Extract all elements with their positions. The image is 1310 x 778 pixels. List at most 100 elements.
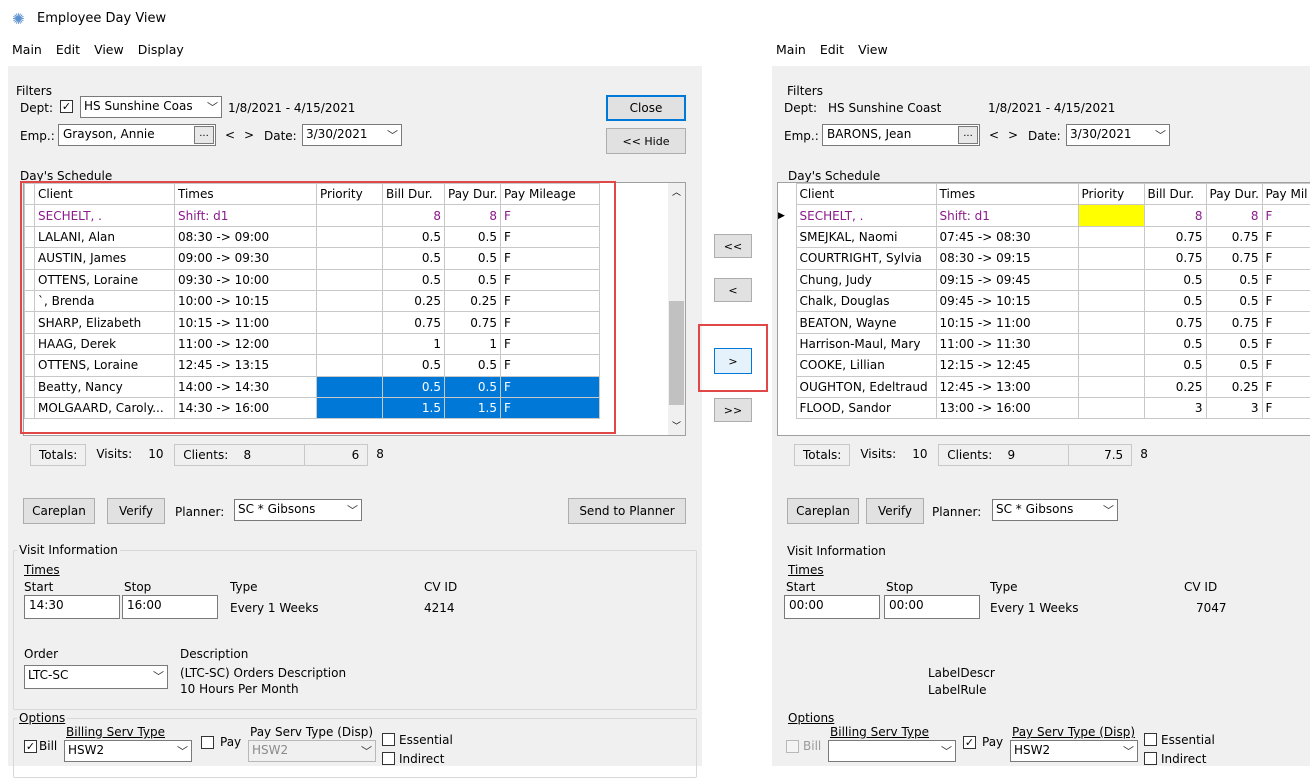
cell-times[interactable]: Shift: d1 bbox=[935, 204, 1079, 227]
cell-client[interactable]: OUGHTON, Edeltraud bbox=[795, 375, 937, 398]
menu-display[interactable]: Display bbox=[138, 42, 184, 60]
column-client[interactable]: Client bbox=[795, 183, 937, 206]
left-grid-scrollbar[interactable]: ︿ ﹀ bbox=[668, 183, 685, 435]
next-employee-button[interactable]: > bbox=[1008, 128, 1018, 142]
cell-pay-dur[interactable]: 0.25 bbox=[1205, 375, 1263, 398]
careplan-button[interactable]: Careplan bbox=[23, 498, 95, 524]
cell-priority[interactable] bbox=[316, 225, 383, 249]
planner-combo[interactable]: SC * Gibsons ﹀ bbox=[234, 499, 362, 521]
hide-button[interactable]: << Hide bbox=[606, 128, 686, 154]
indirect-checkbox[interactable] bbox=[1144, 752, 1157, 765]
column-pay-mileage[interactable]: Pay Mil bbox=[1261, 183, 1310, 206]
cell-pay-dur[interactable]: 0.5 bbox=[1205, 268, 1263, 291]
scrollbar-thumb[interactable] bbox=[669, 301, 684, 405]
employee-field[interactable]: Grayson, Annie bbox=[58, 124, 216, 146]
employee-lookup-button[interactable]: ... bbox=[194, 126, 214, 144]
column-times[interactable]: Times bbox=[935, 183, 1079, 206]
cell-times[interactable]: 09:00 -> 09:30 bbox=[174, 247, 317, 270]
cell-pay-mileage[interactable]: F bbox=[1261, 247, 1310, 270]
cell-client[interactable]: FLOOD, Sandor bbox=[795, 396, 937, 420]
cell-bill-dur[interactable]: 1.5 bbox=[382, 396, 445, 420]
cell-pay-mileage[interactable]: F bbox=[1261, 375, 1310, 398]
bill-checkbox[interactable] bbox=[786, 740, 799, 753]
menu-main[interactable]: Main bbox=[776, 42, 806, 60]
cell-pay-mileage[interactable]: F bbox=[500, 204, 600, 227]
cell-priority[interactable] bbox=[316, 354, 383, 377]
cell-client[interactable]: OTTENS, Loraine bbox=[34, 268, 175, 291]
menu-view[interactable]: View bbox=[858, 42, 888, 60]
cell-bill-dur[interactable]: 0.5 bbox=[382, 375, 445, 398]
dept-checkbox[interactable]: ✓ bbox=[60, 100, 73, 113]
cell-client[interactable]: Beatty, Nancy bbox=[34, 375, 175, 398]
cell-priority[interactable] bbox=[316, 311, 383, 334]
scroll-up-icon[interactable]: ︿ bbox=[672, 185, 681, 198]
cell-priority[interactable] bbox=[316, 396, 383, 420]
cell-pay-mileage[interactable]: F bbox=[1261, 289, 1310, 313]
cell-pay-dur[interactable]: 0.75 bbox=[1205, 311, 1263, 334]
cell-priority[interactable] bbox=[1077, 289, 1145, 313]
cell-bill-dur[interactable]: 0.25 bbox=[1143, 375, 1207, 398]
table-row[interactable]: Chung, Judy 09:15 -> 09:45 0.5 0.5 F bbox=[778, 268, 1310, 291]
table-row[interactable]: OTTENS, Loraine 09:30 -> 10:00 0.5 0.5 F bbox=[24, 268, 600, 291]
essential-checkbox[interactable] bbox=[1144, 733, 1157, 746]
menu-main[interactable]: Main bbox=[12, 42, 42, 60]
cell-pay-mileage[interactable]: F bbox=[500, 354, 600, 377]
cell-times[interactable]: 14:30 -> 16:00 bbox=[174, 396, 317, 420]
column-bill-dur[interactable]: Bill Dur. bbox=[382, 183, 445, 206]
cell-pay-dur[interactable]: 8 bbox=[444, 204, 501, 227]
cell-pay-mileage[interactable]: F bbox=[500, 225, 600, 249]
cell-pay-dur[interactable]: 0.5 bbox=[444, 247, 501, 270]
cell-priority[interactable] bbox=[316, 204, 383, 227]
cell-priority[interactable] bbox=[1077, 332, 1145, 356]
scroll-down-icon[interactable]: ﹀ bbox=[672, 419, 681, 432]
cell-priority[interactable] bbox=[1077, 354, 1145, 377]
column-priority[interactable]: Priority bbox=[1077, 183, 1145, 206]
cell-pay-mileage[interactable]: F bbox=[1261, 311, 1310, 334]
cell-times[interactable]: 08:30 -> 09:00 bbox=[174, 225, 317, 249]
cell-pay-dur[interactable]: 0.5 bbox=[444, 354, 501, 377]
verify-button[interactable]: Verify bbox=[107, 498, 165, 524]
cell-priority[interactable] bbox=[1077, 375, 1145, 398]
cell-priority[interactable] bbox=[316, 268, 383, 291]
next-employee-button[interactable]: > bbox=[244, 128, 254, 142]
cell-client[interactable]: HAAG, Derek bbox=[34, 332, 175, 356]
cell-priority[interactable] bbox=[1077, 268, 1145, 291]
pay-serv-type-combo[interactable]: HSW2 ﹀ bbox=[248, 740, 376, 762]
cell-client[interactable]: Chung, Judy bbox=[795, 268, 937, 291]
employee-field[interactable]: BARONS, Jean bbox=[822, 124, 980, 146]
pay-serv-type-combo[interactable]: HSW2 ﹀ bbox=[1010, 740, 1138, 762]
table-row[interactable]: ▶ SECHELT, . Shift: d1 8 8 F bbox=[778, 204, 1310, 227]
cell-times[interactable]: 12:45 -> 13:00 bbox=[935, 375, 1079, 398]
table-row[interactable]: Chalk, Douglas 09:45 -> 10:15 0.5 0.5 F bbox=[778, 289, 1310, 313]
cell-times[interactable]: 12:45 -> 13:15 bbox=[174, 354, 317, 377]
cell-pay-dur[interactable]: 0.5 bbox=[1205, 289, 1263, 313]
careplan-button[interactable]: Careplan bbox=[787, 498, 859, 524]
cell-bill-dur[interactable]: 0.75 bbox=[1143, 225, 1207, 249]
table-row[interactable]: SECHELT, . Shift: d1 8 8 F bbox=[24, 204, 600, 227]
column-times[interactable]: Times bbox=[174, 183, 317, 206]
cell-bill-dur[interactable]: 0.5 bbox=[382, 247, 445, 270]
table-row[interactable]: AUSTIN, James 09:00 -> 09:30 0.5 0.5 F bbox=[24, 247, 600, 270]
cell-client[interactable]: LALANI, Alan bbox=[34, 225, 175, 249]
cell-pay-dur[interactable]: 3 bbox=[1205, 396, 1263, 420]
cell-pay-mileage[interactable]: F bbox=[1261, 268, 1310, 291]
table-row[interactable]: OTTENS, Loraine 12:45 -> 13:15 0.5 0.5 F bbox=[24, 354, 600, 377]
table-row[interactable]: LALANI, Alan 08:30 -> 09:00 0.5 0.5 F bbox=[24, 225, 600, 249]
move-all-right-button[interactable]: >> bbox=[714, 398, 752, 422]
cell-priority[interactable] bbox=[316, 289, 383, 313]
date-picker[interactable]: 3/30/2021 ﹀ bbox=[1066, 124, 1170, 146]
dept-combo[interactable]: HS Sunshine Coas ﹀ bbox=[80, 96, 222, 118]
cell-pay-dur[interactable]: 1 bbox=[444, 332, 501, 356]
cell-pay-dur[interactable]: 1.5 bbox=[444, 396, 501, 420]
cell-bill-dur[interactable]: 3 bbox=[1143, 396, 1207, 420]
verify-button[interactable]: Verify bbox=[866, 498, 924, 524]
move-right-button[interactable]: > bbox=[714, 348, 752, 374]
menu-edit[interactable]: Edit bbox=[820, 42, 844, 60]
column-pay-dur[interactable]: Pay Dur. bbox=[1205, 183, 1263, 206]
cell-times[interactable]: 13:00 -> 16:00 bbox=[935, 396, 1079, 420]
cell-times[interactable]: 09:45 -> 10:15 bbox=[935, 289, 1079, 313]
cell-bill-dur[interactable]: 0.5 bbox=[1143, 268, 1207, 291]
cell-times[interactable]: 09:30 -> 10:00 bbox=[174, 268, 317, 291]
start-time-field[interactable]: 14:30 bbox=[24, 595, 120, 619]
pay-checkbox[interactable]: ✓ bbox=[963, 736, 976, 749]
